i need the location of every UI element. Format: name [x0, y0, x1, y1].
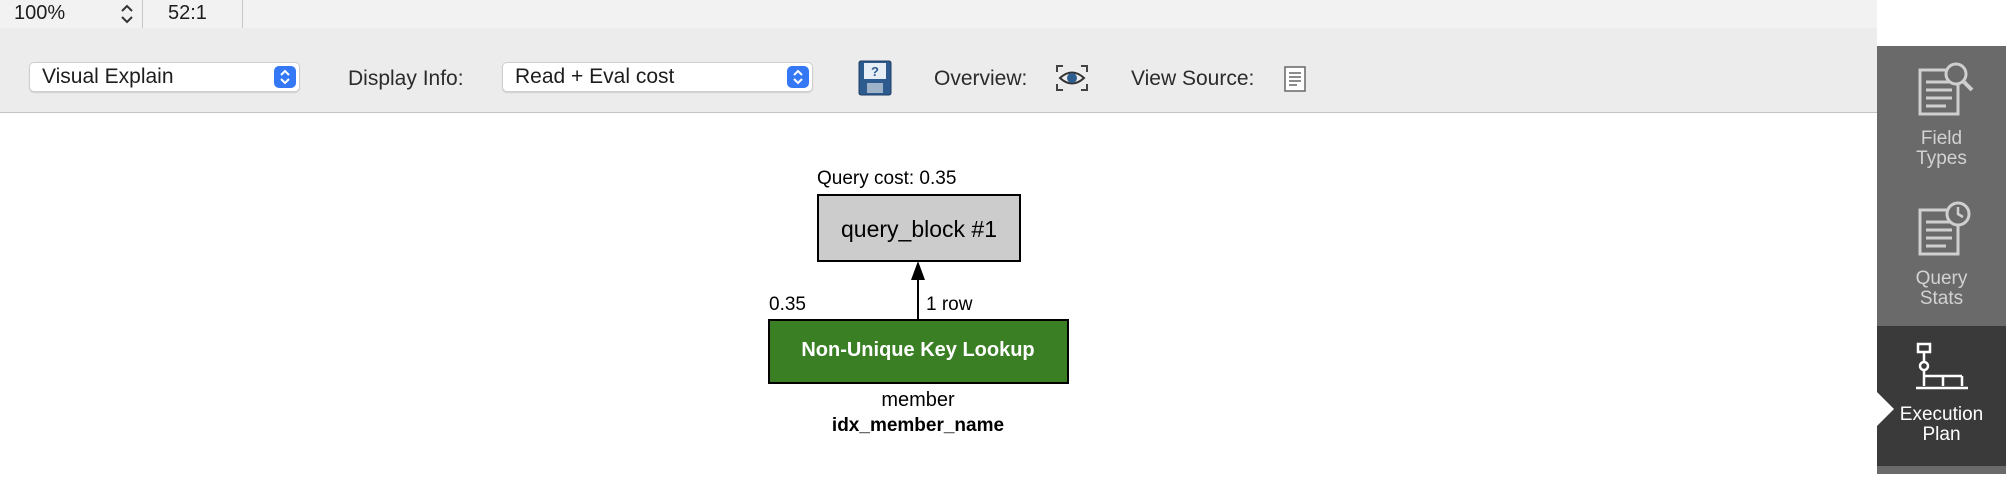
select-arrows-icon — [274, 66, 296, 88]
view-source-label: View Source: — [1131, 67, 1255, 90]
query-block-label: query_block #1 — [841, 216, 997, 242]
overview-label: Overview: — [934, 67, 1028, 90]
sidebar-item-field-types[interactable]: Field Types — [1877, 46, 2006, 186]
field-types-icon — [1918, 62, 1974, 116]
arrow-up-icon — [911, 261, 925, 280]
view-source-icon[interactable] — [1284, 66, 1306, 92]
result-sidebar: Field Types Query Stats Execution Plan — [1877, 46, 2006, 474]
node-cost-label: 0.35 — [769, 294, 806, 315]
display-info-select[interactable]: Read + Eval cost — [502, 62, 813, 92]
svg-text:?: ? — [871, 64, 879, 79]
zoom-level: 100% — [14, 2, 66, 24]
execution-plan-icon — [1916, 342, 1968, 390]
index-name-label: idx_member_name — [832, 415, 1004, 436]
execution-plan-canvas: Query cost: 0.35 query_block #1 1 row 0.… — [0, 113, 1877, 474]
sidebar-item-execution-plan[interactable]: Execution Plan — [1877, 326, 2006, 466]
query-stats-icon — [1918, 201, 1971, 256]
cursor-position: 52:1 — [168, 2, 207, 24]
plan-diagram: Query cost: 0.35 query_block #1 1 row 0.… — [768, 168, 1069, 436]
status-divider — [142, 0, 143, 28]
sidebar-item-label: Query Stats — [1915, 268, 1968, 309]
sidebar-item-label: Field Types — [1916, 128, 1967, 169]
row-count-label: 1 row — [926, 294, 973, 315]
display-info-label: Display Info: — [348, 67, 464, 90]
display-info-value: Read + Eval cost — [515, 65, 675, 88]
save-plan-icon[interactable]: ? — [858, 60, 892, 96]
zoom-stepper[interactable] — [116, 1, 138, 27]
query-cost-label: Query cost: 0.35 — [817, 168, 956, 189]
overview-eye-icon[interactable] — [1055, 64, 1089, 92]
table-name-label: member — [881, 389, 955, 411]
view-mode-value: Visual Explain — [42, 65, 174, 88]
status-divider — [242, 0, 243, 28]
explain-toolbar: Visual Explain Display Info: Read + Eval… — [0, 28, 1877, 113]
view-mode-select[interactable]: Visual Explain — [29, 62, 300, 92]
sidebar-item-query-stats[interactable]: Query Stats — [1877, 186, 2006, 326]
status-bar: 100% 52:1 — [0, 0, 1877, 29]
key-lookup-label: Non-Unique Key Lookup — [801, 339, 1034, 361]
active-tab-pointer — [1877, 392, 1894, 426]
select-arrows-icon — [787, 66, 809, 88]
sidebar-item-label: Execution Plan — [1899, 404, 1984, 445]
